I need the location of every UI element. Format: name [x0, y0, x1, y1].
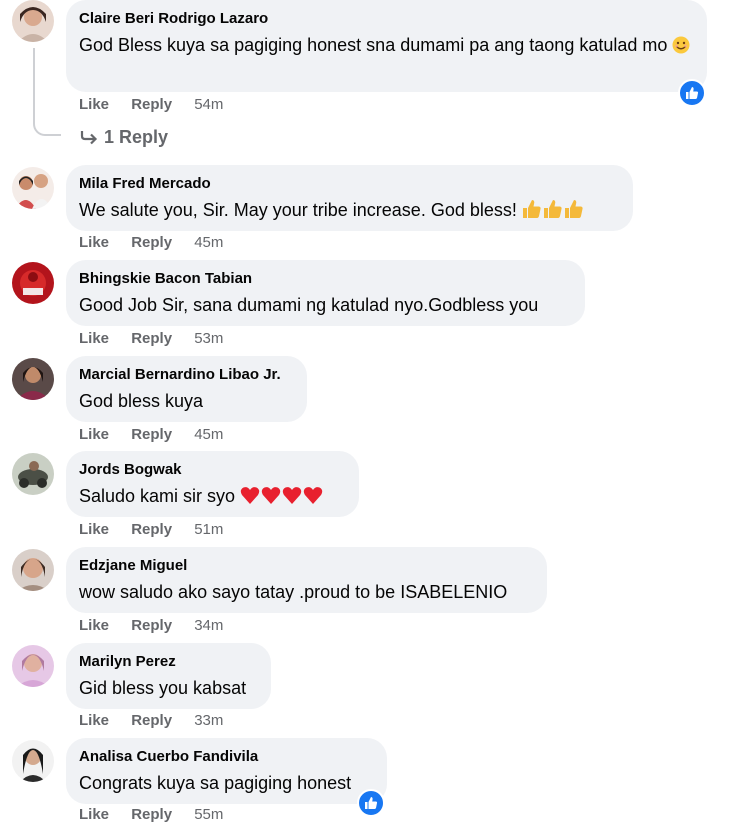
comment-timestamp[interactable]: 34m: [194, 617, 223, 634]
comment-timestamp[interactable]: 51m: [194, 521, 223, 538]
reply-button[interactable]: Reply: [131, 426, 172, 443]
comment-timestamp[interactable]: 53m: [194, 330, 223, 347]
like-button[interactable]: Like: [79, 712, 109, 729]
comment-bubble: Marilyn Perez Gid bless you kabsat: [66, 643, 271, 709]
reply-button[interactable]: Reply: [131, 617, 172, 634]
replies-count: 1 Reply: [104, 127, 169, 147]
avatar[interactable]: [12, 645, 54, 687]
comment-actions: Like Reply 54m: [79, 96, 223, 114]
comment-bubble: Jords Bogwak Saludo kami sir syo: [66, 451, 359, 517]
view-replies-button[interactable]: 1 Reply: [79, 125, 168, 149]
thumbs-up-icon: [522, 199, 584, 227]
like-button[interactable]: Like: [79, 617, 109, 634]
reply-button[interactable]: Reply: [131, 234, 172, 251]
comment-author[interactable]: Marcial Bernardino Libao Jr.: [79, 365, 293, 385]
comment-bubble: Mila Fred Mercado We salute you, Sir. Ma…: [66, 165, 633, 231]
reply-button[interactable]: Reply: [131, 330, 172, 347]
comment-actions: Like Reply 53m: [79, 330, 223, 348]
avatar[interactable]: [12, 358, 54, 400]
comment-text: We salute you, Sir. May your tribe incre…: [79, 196, 619, 227]
comment-bubble: Claire Beri Rodrigo Lazaro God Bless kuy…: [66, 0, 707, 92]
like-reaction-icon[interactable]: [678, 79, 706, 107]
comment-text: God Bless kuya sa pagiging honest sna du…: [79, 31, 693, 62]
comment-actions: Like Reply 55m: [79, 806, 223, 824]
comment-author[interactable]: Jords Bogwak: [79, 460, 345, 480]
avatar[interactable]: [12, 0, 54, 42]
comment-author[interactable]: Claire Beri Rodrigo Lazaro: [79, 9, 693, 29]
reply-button[interactable]: Reply: [131, 96, 172, 113]
comment-author[interactable]: Analisa Cuerbo Fandivila: [79, 747, 373, 767]
comment-text: God bless kuya: [79, 391, 204, 411]
comment-actions: Like Reply 51m: [79, 521, 223, 539]
comment-actions: Like Reply 34m: [79, 617, 223, 635]
reply-button[interactable]: Reply: [131, 806, 172, 823]
comment-text: Good Job Sir, sana dumami ng katulad nyo…: [79, 295, 539, 315]
reply-button[interactable]: Reply: [131, 712, 172, 729]
comment-bubble: Bhingskie Bacon Tabian Good Job Sir, san…: [66, 260, 585, 326]
comment-timestamp[interactable]: 45m: [194, 426, 223, 443]
comment-actions: Like Reply 33m: [79, 712, 223, 730]
like-button[interactable]: Like: [79, 330, 109, 347]
comment-text: wow saludo ako sayo tatay .proud to be I…: [79, 582, 508, 602]
avatar[interactable]: [12, 740, 54, 782]
comment-bubble: Analisa Cuerbo Fandivila Congrats kuya s…: [66, 738, 387, 804]
comment-author[interactable]: Mila Fred Mercado: [79, 174, 619, 194]
comment-actions: Like Reply 45m: [79, 234, 223, 252]
smiling-face-icon: [672, 34, 690, 62]
avatar[interactable]: [12, 453, 54, 495]
avatar[interactable]: [12, 262, 54, 304]
like-button[interactable]: Like: [79, 806, 109, 823]
comment-timestamp[interactable]: 55m: [194, 806, 223, 823]
reply-button[interactable]: Reply: [131, 521, 172, 538]
like-button[interactable]: Like: [79, 234, 109, 251]
comment-bubble: Marcial Bernardino Libao Jr. God bless k…: [66, 356, 307, 422]
reply-thread-line: [33, 48, 61, 136]
avatar[interactable]: [12, 167, 54, 209]
comment-timestamp[interactable]: 33m: [194, 712, 223, 729]
reply-arrow-icon: [79, 127, 99, 147]
comment-author[interactable]: Marilyn Perez: [79, 652, 257, 672]
comment-text: Gid bless you kabsat: [79, 678, 247, 698]
comment-author[interactable]: Edzjane Miguel: [79, 556, 533, 576]
comment-text: Congrats kuya sa pagiging honest: [79, 773, 352, 793]
avatar[interactable]: [12, 549, 54, 591]
comment-bubble: Edzjane Miguel wow saludo ako sayo tatay…: [66, 547, 547, 613]
comment-timestamp[interactable]: 45m: [194, 234, 223, 251]
like-button[interactable]: Like: [79, 521, 109, 538]
heart-icon: [240, 485, 324, 513]
like-button[interactable]: Like: [79, 96, 109, 113]
comment-author[interactable]: Bhingskie Bacon Tabian: [79, 269, 571, 289]
like-button[interactable]: Like: [79, 426, 109, 443]
like-reaction-icon[interactable]: [357, 789, 385, 817]
comment-timestamp[interactable]: 54m: [194, 96, 223, 113]
comment-text: Saludo kami sir syo: [79, 482, 345, 513]
comment-actions: Like Reply 45m: [79, 426, 223, 444]
